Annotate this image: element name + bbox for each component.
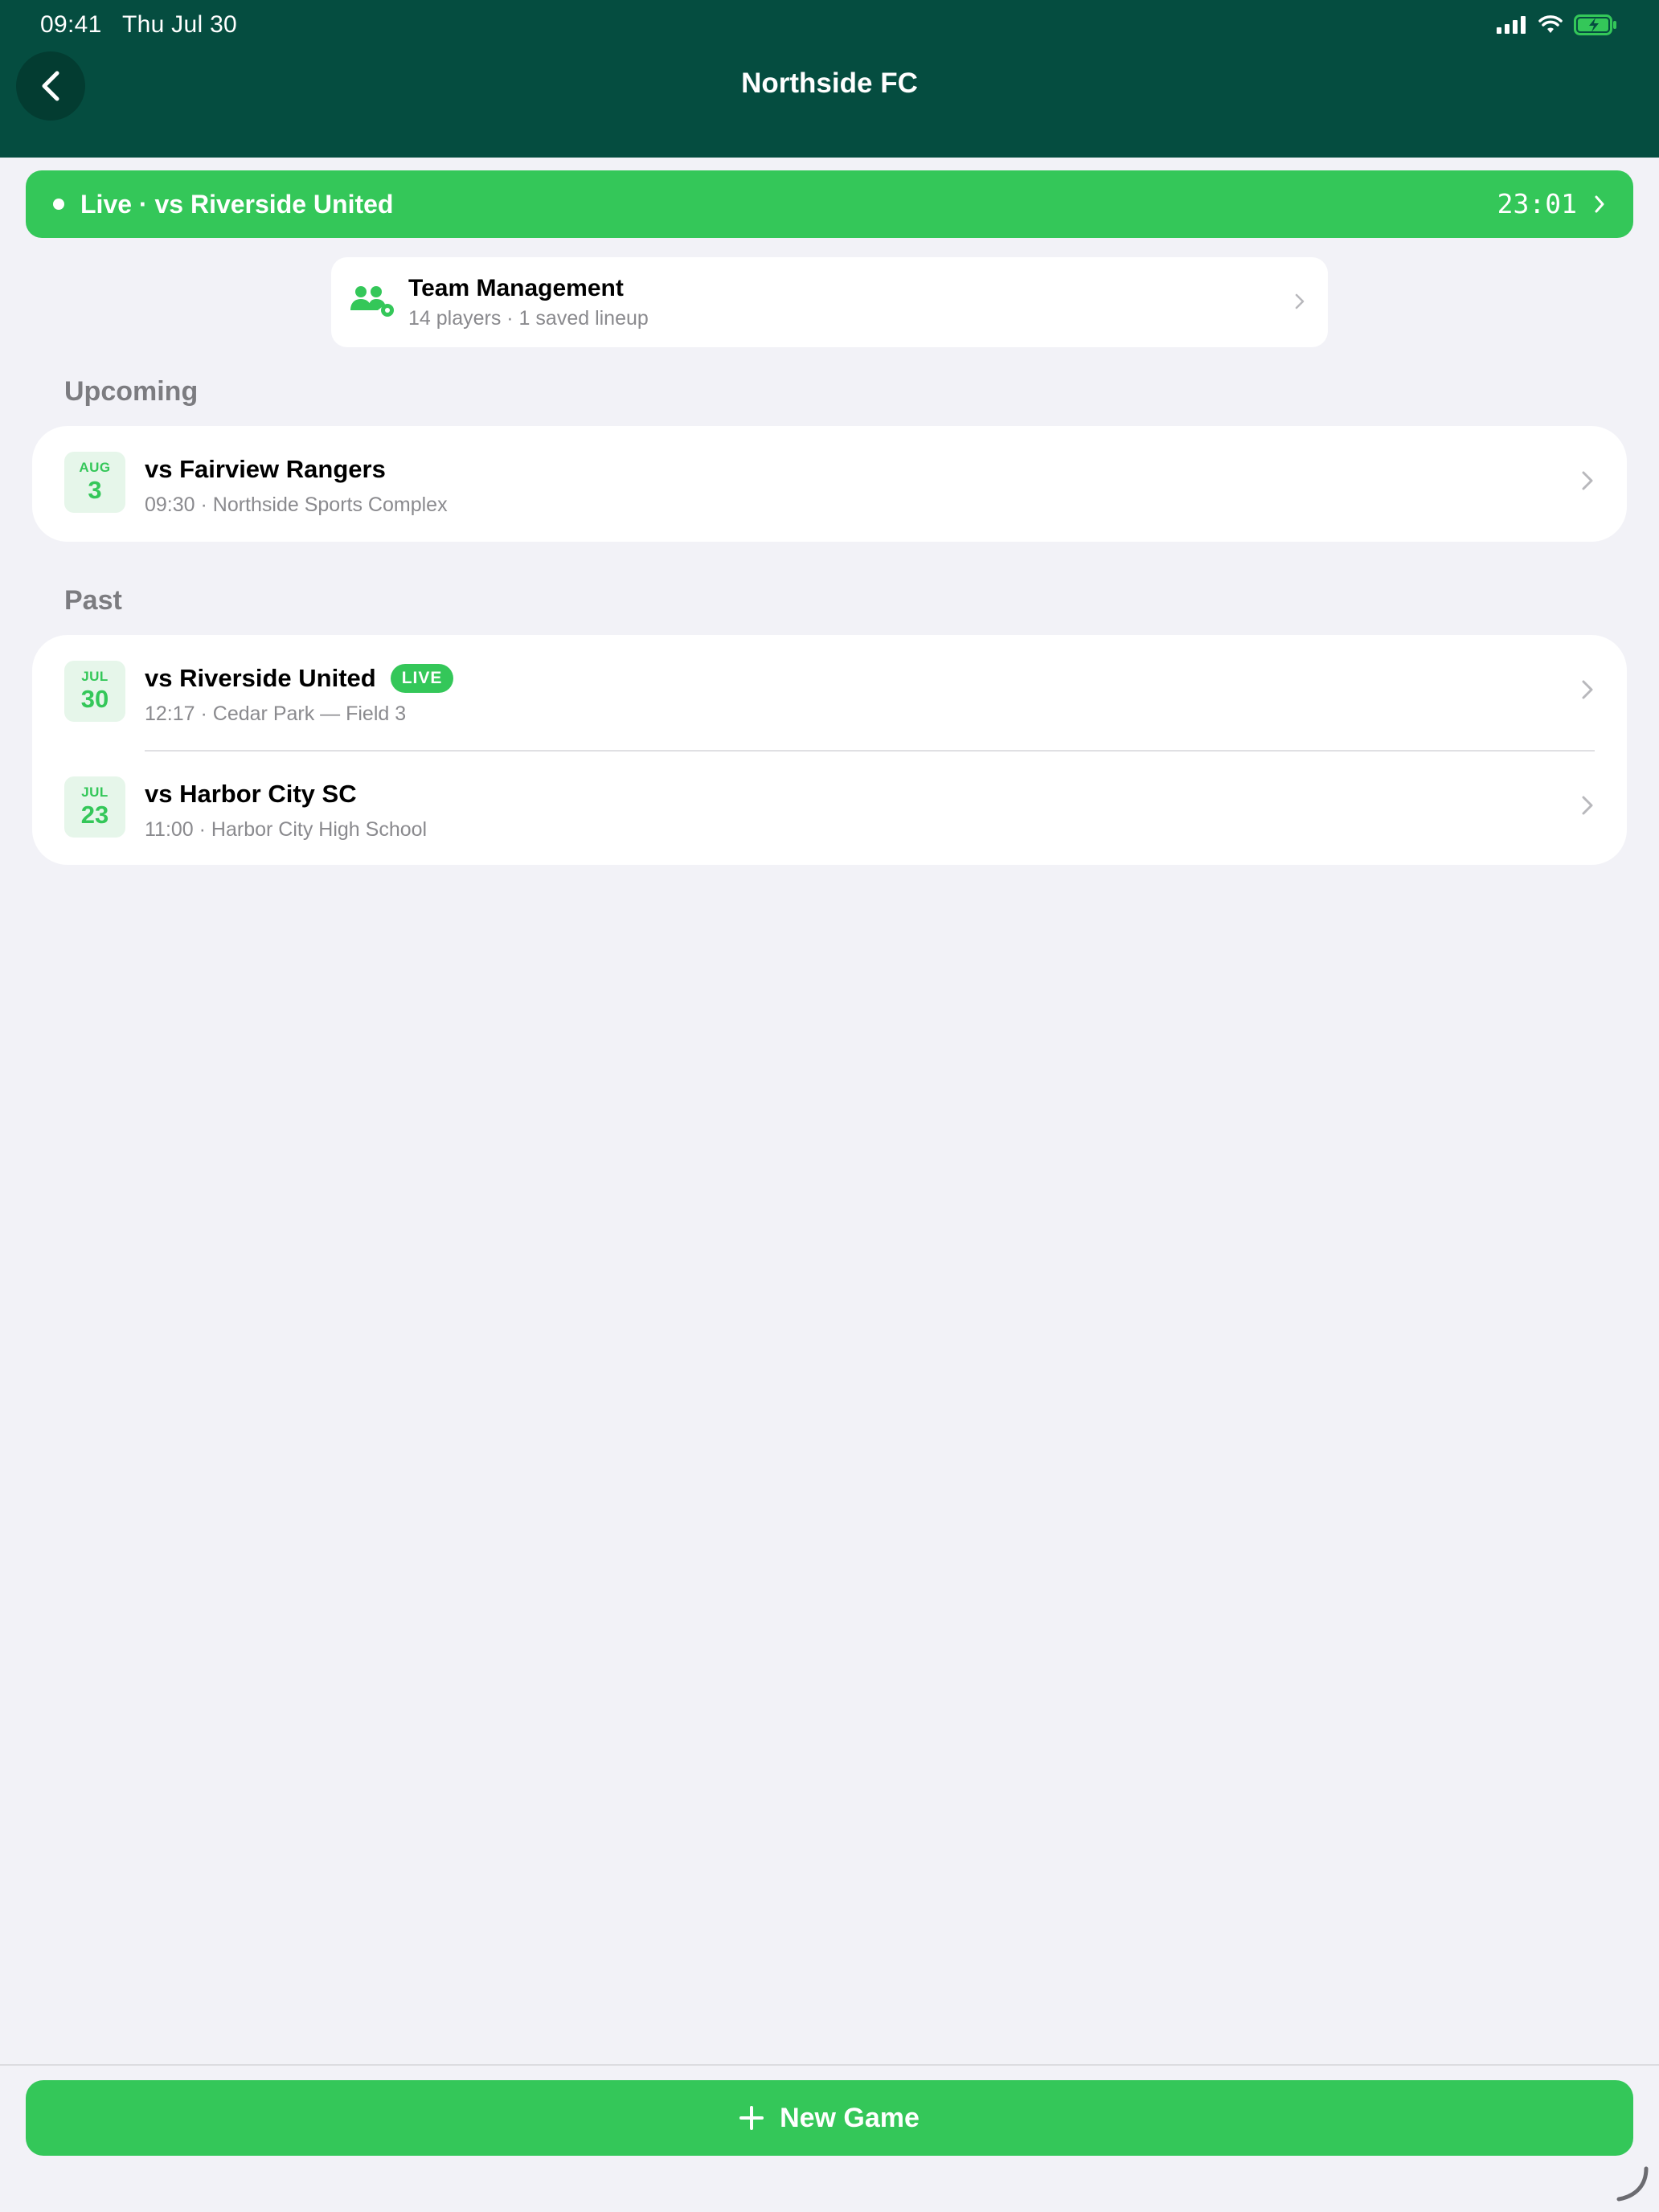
status-icons bbox=[1497, 14, 1617, 35]
live-timer: 23:01 bbox=[1497, 188, 1577, 219]
new-game-button[interactable]: New Game bbox=[26, 2080, 1633, 2156]
date-day: 30 bbox=[80, 685, 109, 713]
section-title-upcoming: Upcoming bbox=[64, 376, 199, 407]
live-indicator-dot bbox=[53, 199, 64, 210]
date-month: JUL bbox=[81, 784, 109, 800]
upcoming-games-card: AUG 3 vs Fairview Rangers 09:30 · Norths… bbox=[32, 426, 1627, 542]
cellular-signal-icon bbox=[1497, 16, 1526, 34]
battery-charging-icon bbox=[1574, 14, 1616, 35]
nav-header: 09:41 Thu Jul 30 Northside FC bbox=[0, 0, 1659, 158]
team-management-card[interactable]: Team Management 14 players · 1 saved lin… bbox=[331, 257, 1328, 347]
team-settings-icon bbox=[350, 286, 394, 317]
chevron-right-icon bbox=[1595, 195, 1604, 213]
game-details: 11:00 · Harbor City High School bbox=[145, 818, 428, 841]
date-day: 23 bbox=[80, 801, 109, 829]
plus-icon bbox=[739, 2106, 764, 2130]
game-opponent: vs Fairview Rangers bbox=[145, 455, 386, 483]
game-row[interactable]: JUL 23 vs Harbor City SC 11:00 · Harbor … bbox=[32, 751, 1627, 866]
new-game-label: New Game bbox=[780, 2102, 920, 2133]
chevron-right-icon bbox=[1582, 680, 1593, 699]
chevron-right-icon bbox=[1582, 796, 1593, 815]
game-details: 12:17 · Cedar Park — Field 3 bbox=[145, 703, 407, 725]
date-month: AUG bbox=[79, 460, 111, 475]
past-games-card: JUL 30 vs Riverside United LIVE 12:17 · … bbox=[32, 635, 1627, 865]
game-opponent: vs Harbor City SC bbox=[145, 780, 357, 808]
game-opponent: vs Riverside United bbox=[145, 664, 376, 692]
team-management-title: Team Management bbox=[408, 275, 624, 301]
game-details: 09:30 · Northside Sports Complex bbox=[145, 494, 448, 516]
date-badge: JUL 23 bbox=[64, 776, 125, 838]
date-badge: AUG 3 bbox=[64, 452, 125, 513]
date-badge: JUL 30 bbox=[64, 661, 125, 722]
game-title: vs Fairview Rangers bbox=[145, 455, 386, 484]
team-management-subtitle: 14 players · 1 saved lineup bbox=[408, 307, 649, 330]
chevron-right-icon bbox=[1582, 471, 1593, 490]
chevron-right-icon bbox=[1295, 293, 1305, 309]
page-title: Northside FC bbox=[741, 68, 918, 99]
wifi-icon bbox=[1538, 15, 1563, 33]
game-title: vs Riverside United LIVE bbox=[145, 664, 454, 693]
date-month: JUL bbox=[81, 669, 109, 684]
status-time: 09:41 bbox=[40, 11, 102, 38]
section-title-past: Past bbox=[64, 585, 122, 616]
live-game-banner[interactable]: Live · vs Riverside United 23:01 bbox=[26, 170, 1633, 238]
live-banner-label: Live · vs Riverside United bbox=[80, 189, 394, 219]
game-row[interactable]: JUL 30 vs Riverside United LIVE 12:17 · … bbox=[32, 635, 1627, 752]
corner-resize-icon bbox=[1616, 2166, 1649, 2202]
status-date: Thu Jul 30 bbox=[121, 11, 238, 38]
game-row[interactable]: AUG 3 vs Fairview Rangers 09:30 · Norths… bbox=[32, 426, 1627, 542]
footer-divider bbox=[0, 2064, 1659, 2066]
live-badge: LIVE bbox=[390, 664, 454, 693]
date-day: 3 bbox=[88, 476, 102, 504]
status-bar-time: 09:41 Thu Jul 30 bbox=[40, 11, 237, 39]
game-title: vs Harbor City SC bbox=[145, 780, 357, 809]
